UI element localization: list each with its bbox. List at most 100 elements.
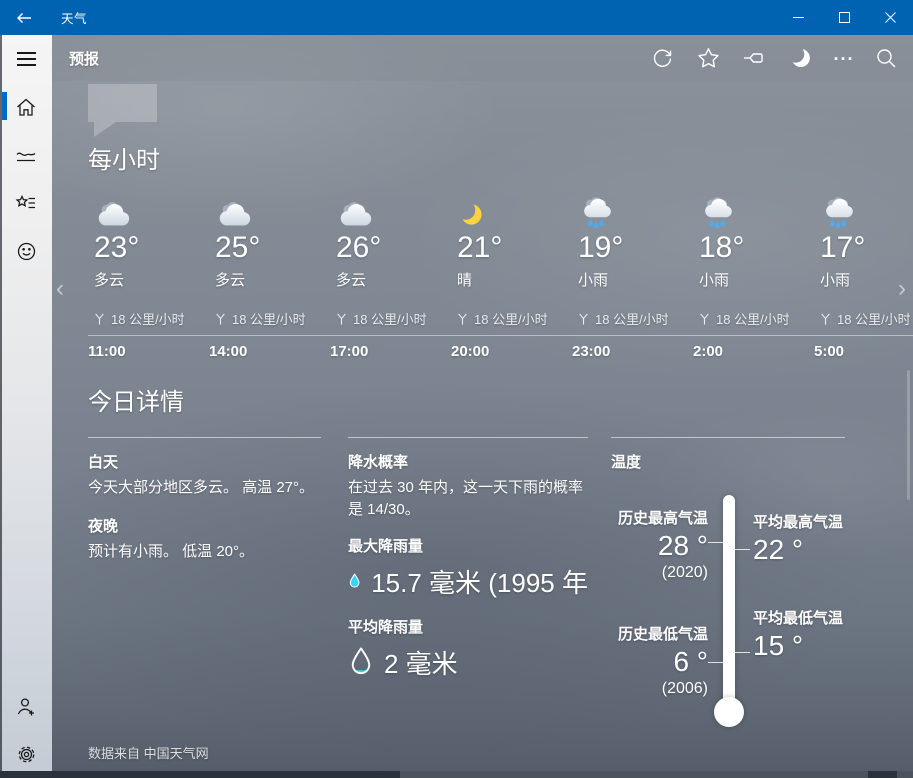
record-high-year: (2020) bbox=[611, 563, 708, 583]
vertical-scrollbar[interactable] bbox=[907, 370, 910, 500]
hourly-condition: 多云 bbox=[215, 269, 330, 290]
wind-direction-icon bbox=[578, 312, 589, 326]
hourly-forecast-strip: 23° 多云 25° 多云 26° 多云 21° 晴 bbox=[88, 190, 913, 290]
thermometer-tick bbox=[708, 662, 723, 663]
wind-direction-icon bbox=[215, 312, 226, 326]
cloudy-icon bbox=[336, 190, 451, 228]
hourly-wind-row: 18 公里/小时 18 公里/小时 18 公里/小时 18 公里/小时 18 公… bbox=[88, 309, 913, 328]
record-high-value: 28 ° bbox=[611, 529, 708, 563]
search-icon bbox=[875, 47, 897, 69]
cloudy-icon bbox=[94, 190, 209, 228]
wind-direction-icon bbox=[336, 312, 347, 326]
maximize-button[interactable] bbox=[821, 0, 867, 35]
avg-high-value: 22 ° bbox=[753, 533, 843, 567]
window-edge bbox=[0, 35, 2, 778]
sidebar-item-home[interactable] bbox=[0, 83, 52, 131]
record-low-value: 6 ° bbox=[611, 645, 708, 679]
record-low-group: 历史最低气温 6 ° (2006) bbox=[611, 625, 708, 699]
hourly-item: 18° 小雨 bbox=[693, 190, 814, 290]
menu-button[interactable] bbox=[0, 35, 52, 83]
pin-icon bbox=[742, 47, 766, 69]
precipitation-card: 降水概率 在过去 30 年内，这一天下雨的概率是 14/30。 最大降雨量 15… bbox=[348, 437, 588, 681]
star-icon bbox=[697, 47, 720, 69]
minimize-button[interactable] bbox=[775, 0, 821, 35]
refresh-icon bbox=[651, 47, 674, 70]
horizontal-scrollbar[interactable] bbox=[0, 771, 913, 778]
temperature-label: 温度 bbox=[611, 453, 845, 473]
hourly-next-button[interactable]: › bbox=[898, 269, 906, 309]
hourly-wind: 18 公里/小时 bbox=[451, 309, 572, 328]
weather-app-window: 天气 bbox=[0, 0, 913, 778]
close-button[interactable] bbox=[867, 0, 913, 35]
light-rain-icon bbox=[699, 190, 814, 228]
favorite-button[interactable] bbox=[685, 35, 731, 81]
avg-low-value: 15 ° bbox=[753, 629, 843, 663]
precip-probability-text: 在过去 30 年内，这一天下雨的概率是 14/30。 bbox=[348, 477, 588, 521]
hourly-item: 23° 多云 bbox=[88, 190, 209, 290]
hourly-temp: 23° bbox=[94, 230, 209, 266]
smiley-icon bbox=[16, 241, 37, 262]
sidebar-item-feedback[interactable] bbox=[0, 227, 52, 275]
water-drop-low-icon bbox=[348, 646, 374, 679]
gear-icon bbox=[16, 744, 37, 765]
moon-icon bbox=[788, 46, 812, 70]
command-bar: 预报 ... bbox=[52, 35, 913, 81]
horizontal-scrollbar-thumb[interactable] bbox=[400, 771, 868, 778]
line-chart-icon bbox=[15, 146, 37, 164]
hourly-item: 26° 多云 bbox=[330, 190, 451, 290]
thermometer: 历史最高气温 28 ° (2020) 平均最高气温 22 ° 历史最低气温 6 … bbox=[611, 487, 845, 739]
tooltip-bubble bbox=[88, 84, 157, 122]
temperature-card: 温度 历史最高气温 28 ° (2020) 平均最高气温 22 bbox=[611, 437, 845, 739]
day-night-card: 白天 今天大部分地区多云。 高温 27°。 夜晚 预计有小雨。 低温 20°。 bbox=[88, 437, 321, 563]
wind-direction-icon bbox=[457, 312, 468, 326]
avg-high-group: 平均最高气温 22 ° bbox=[753, 513, 843, 567]
back-button[interactable] bbox=[0, 0, 48, 35]
more-button[interactable]: ... bbox=[823, 35, 865, 81]
thermometer-tick bbox=[735, 652, 750, 653]
hourly-wind: 18 公里/小时 bbox=[572, 309, 693, 328]
hourly-wind: 18 公里/小时 bbox=[330, 309, 451, 328]
precip-probability-label: 降水概率 bbox=[348, 453, 588, 473]
hourly-times-row: 11:00 14:00 17:00 20:00 23:00 2:00 5:00 bbox=[88, 343, 913, 360]
record-low-label: 历史最低气温 bbox=[611, 625, 708, 645]
hourly-wind: 18 公里/小时 bbox=[814, 309, 913, 328]
thermometer-tick bbox=[735, 549, 750, 550]
record-high-label: 历史最高气温 bbox=[611, 509, 708, 529]
sidebar-item-sign-in[interactable] bbox=[0, 682, 52, 730]
max-rainfall-value: 15.7 毫米 (1995 年 bbox=[371, 563, 588, 600]
person-add-icon bbox=[15, 696, 37, 717]
titlebar: 天气 bbox=[0, 0, 913, 35]
search-button[interactable] bbox=[865, 35, 907, 81]
home-icon bbox=[15, 97, 37, 117]
hourly-time: 20:00 bbox=[451, 343, 572, 360]
sidebar bbox=[0, 35, 52, 778]
close-icon bbox=[885, 12, 896, 23]
hourly-temp: 26° bbox=[336, 230, 451, 266]
sidebar-item-favorites[interactable] bbox=[0, 179, 52, 227]
hourly-condition: 小雨 bbox=[578, 269, 693, 290]
hourly-condition: 晴 bbox=[457, 269, 572, 290]
data-source-attribution: 数据来自 中国天气网 bbox=[88, 743, 209, 762]
selected-item-indicator bbox=[2, 92, 7, 120]
hourly-time: 2:00 bbox=[693, 343, 814, 360]
refresh-button[interactable] bbox=[639, 35, 685, 81]
hourly-time: 5:00 bbox=[814, 343, 913, 360]
thermometer-tick bbox=[708, 542, 723, 543]
window-title: 天气 bbox=[61, 8, 87, 27]
hourly-time: 23:00 bbox=[572, 343, 693, 360]
dark-mode-button[interactable] bbox=[777, 35, 823, 81]
hourly-temp: 19° bbox=[578, 230, 693, 266]
hourly-temp: 17° bbox=[820, 230, 913, 266]
light-rain-icon bbox=[578, 190, 693, 228]
hourly-prev-button[interactable]: ‹ bbox=[56, 269, 64, 309]
hourly-temp: 21° bbox=[457, 230, 572, 266]
hourly-divider bbox=[88, 335, 913, 336]
sidebar-item-historical-weather[interactable] bbox=[0, 131, 52, 179]
hourly-section-heading: 每小时 bbox=[88, 145, 160, 177]
avg-low-group: 平均最低气温 15 ° bbox=[753, 609, 843, 663]
avg-low-label: 平均最低气温 bbox=[753, 609, 843, 629]
pin-button[interactable] bbox=[731, 35, 777, 81]
main-content: 预报 ... bbox=[52, 35, 913, 778]
avg-high-label: 平均最高气温 bbox=[753, 513, 843, 533]
light-rain-icon bbox=[820, 190, 913, 228]
